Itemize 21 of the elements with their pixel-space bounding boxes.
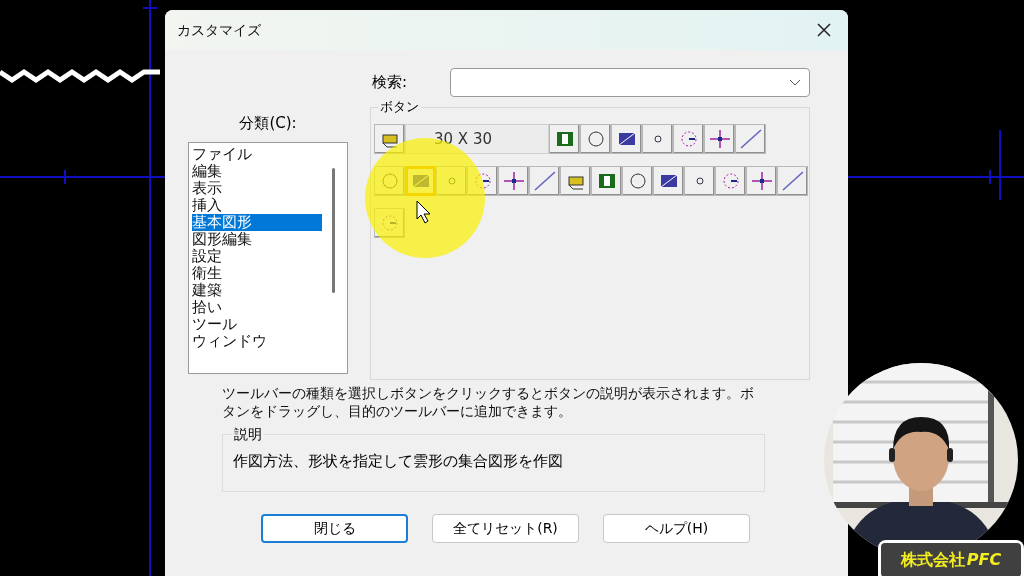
category-item[interactable]: ウィンドウ	[192, 332, 322, 350]
category-label: 分類(C):	[239, 113, 297, 134]
description-text: 作図方法、形状を指定して雲形の集合図形を作図	[233, 452, 563, 470]
category-item[interactable]: 基本図形	[192, 213, 322, 231]
category-item[interactable]: ファイル	[192, 145, 322, 163]
category-item[interactable]: 編集	[192, 162, 322, 180]
category-item[interactable]: 拾い	[192, 298, 322, 316]
category-item[interactable]: 図形編集	[192, 230, 322, 248]
category-item[interactable]: 設定	[192, 247, 322, 265]
category-item[interactable]: 衛生	[192, 264, 322, 282]
dialog-button[interactable]: 全てリセット(R)	[432, 514, 579, 543]
dialog-button[interactable]: 閉じる	[261, 514, 408, 543]
logo-label: 株式会社PFC	[881, 543, 1021, 576]
window-title: カスタマイズ	[177, 20, 261, 40]
category-item[interactable]: 表示	[192, 179, 322, 197]
category-item[interactable]: 建築	[192, 281, 322, 299]
dialog-button[interactable]: ヘルプ(H)	[603, 514, 750, 543]
search-label: 検索:	[372, 72, 409, 94]
hint-text: ツールバーの種類を選択しボタンをクリックするとボタンの説明が表示されます。ボタンをドラッグし、目的のツールバーに追加できます。	[222, 384, 755, 420]
category-item[interactable]: ツール	[192, 315, 322, 333]
category-item[interactable]: 挿入	[192, 196, 322, 214]
